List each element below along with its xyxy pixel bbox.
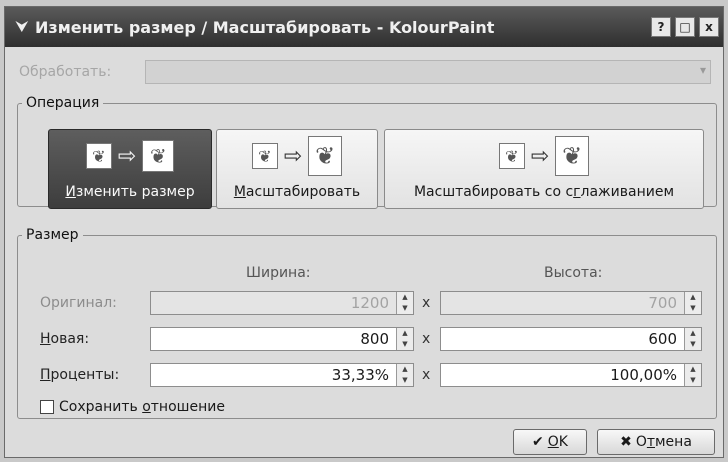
new-width-value: 800: [360, 330, 389, 348]
resize-dialog: ⮟ Изменить размер / Масштабировать - Kol…: [4, 6, 724, 458]
smooth-scale-label: Масштабировать со сглаживанием: [413, 184, 675, 200]
ok-label: OK: [547, 434, 568, 450]
spin-down-icon[interactable]: ▼: [397, 339, 413, 350]
image-icon: ❦: [498, 143, 525, 169]
smooth-scaled-image-icon: ❦: [555, 136, 590, 176]
spin-down-icon: ▼: [690, 304, 696, 312]
title-bar[interactable]: ⮟ Изменить размер / Масштабировать - Kol…: [5, 7, 723, 47]
times-sign: x: [422, 331, 431, 347]
percent-width-spinbox[interactable]: 33,33% ▲ ▼: [150, 363, 414, 387]
percent-height-spinbox[interactable]: 100,00% ▲ ▼: [440, 363, 702, 387]
new-height-spinbox[interactable]: 600 ▲ ▼: [440, 327, 702, 351]
resize-button[interactable]: ❦ ⇨ ❦ Изменить размер: [48, 129, 212, 209]
close-button[interactable]: x: [699, 17, 719, 37]
original-height-spinbox: 700 ▲ ▼: [440, 291, 702, 315]
arrow-right-icon: ⇨: [530, 143, 550, 169]
times-sign: x: [422, 367, 431, 383]
arrow-right-icon: ⇨: [117, 143, 137, 169]
height-header: Высота:: [544, 265, 603, 281]
spin-up-icon[interactable]: ▲: [685, 364, 701, 375]
cancel-label: Oтмена: [635, 434, 692, 450]
spin-down-icon[interactable]: ▼: [685, 375, 701, 386]
spin-up-icon[interactable]: ▲: [397, 328, 413, 339]
ok-button[interactable]: ✔ OK: [513, 429, 587, 455]
maximize-button[interactable]: □: [675, 17, 695, 37]
width-header: Ширина:: [246, 265, 311, 281]
operation-group: Операция ❦ ⇨ ❦ Изменить размер ❦ ⇨ ❦ Мас…: [17, 95, 717, 209]
keep-ratio-checkbox[interactable]: Сохранить отношение: [40, 399, 225, 415]
scale-label: Масштабировать: [233, 184, 361, 200]
scale-button[interactable]: ❦ ⇨ ❦ Масштабировать: [216, 129, 378, 209]
image-icon: ❦: [85, 143, 112, 169]
spin-up-icon[interactable]: ▲: [685, 328, 701, 339]
cancel-icon: ✖: [620, 434, 632, 450]
percent-width-value: 33,33%: [331, 366, 389, 384]
new-height-value: 600: [648, 330, 677, 348]
spin-up-icon[interactable]: ▲: [397, 364, 413, 375]
spin-up-icon: ▲: [690, 293, 696, 301]
checkbox-box[interactable]: [40, 400, 54, 414]
size-group: Размер Ширина: Высота: Оригинал: 1200 ▲ ▼…: [17, 227, 717, 419]
spin-down-icon[interactable]: ▼: [685, 339, 701, 350]
arrow-right-icon: ⇨: [283, 143, 303, 169]
operation-legend: Операция: [26, 95, 100, 111]
original-width-value: 1200: [350, 294, 389, 312]
smooth-scale-button[interactable]: ❦ ⇨ ❦ Масштабировать со сглаживанием: [384, 129, 704, 209]
scaled-image-icon: ❦: [308, 136, 343, 176]
window-title: Изменить размер / Масштабировать - Kolou…: [35, 17, 495, 37]
spin-down-icon: ▼: [402, 304, 408, 312]
chevron-down-icon: ▾: [699, 63, 706, 77]
image-icon: ❦: [251, 143, 278, 169]
spin-down-icon[interactable]: ▼: [397, 375, 413, 386]
original-width-spinbox: 1200 ▲ ▼: [150, 291, 414, 315]
percent-label: Проценты:: [40, 367, 120, 383]
spin-up-icon: ▲: [402, 293, 408, 301]
times-sign: x: [422, 295, 431, 311]
apply-to-combo[interactable]: ▾: [145, 60, 711, 84]
apply-to-label: Обработать:: [19, 64, 112, 80]
help-button[interactable]: ?: [651, 17, 671, 37]
new-label: Новая:: [40, 331, 90, 347]
keep-ratio-label: Сохранить отношение: [59, 399, 225, 415]
percent-height-value: 100,00%: [610, 366, 677, 384]
window-menu-icon[interactable]: ⮟: [9, 19, 35, 35]
cancel-button[interactable]: ✖ Oтмена: [597, 429, 715, 455]
check-icon: ✔: [532, 434, 544, 450]
original-height-value: 700: [648, 294, 677, 312]
resize-label: Изменить размер: [65, 184, 195, 200]
original-label: Оригинал:: [40, 295, 117, 311]
size-legend: Размер: [26, 227, 79, 243]
apply-to-row: Обработать: ▾: [19, 59, 711, 85]
resized-canvas-icon: ❦: [142, 140, 175, 172]
new-width-spinbox[interactable]: 800 ▲ ▼: [150, 327, 414, 351]
